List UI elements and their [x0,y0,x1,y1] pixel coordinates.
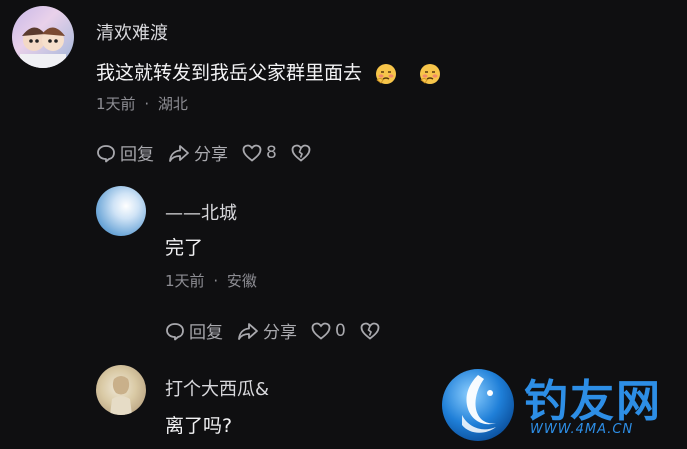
comment-username[interactable]: ——北城 [165,199,237,225]
shy-face-emoji [376,63,397,84]
watermark-url: WWW.4MA.CN [530,422,634,437]
like-button[interactable]: 0 [311,321,346,341]
comment-time: 1天前 [165,272,205,290]
share-label: 分享 [194,145,228,165]
share-icon [238,322,258,340]
reply-icon [97,144,115,162]
reply-icon [166,322,184,340]
share-icon [169,144,189,162]
comment-text: 我这就转发到我岳父家群里面去 [96,58,442,86]
watermark-logo-icon [438,365,518,449]
reply-button[interactable]: 回复 [96,140,154,165]
meta-separator: · [144,95,150,113]
comment-meta: 1天前 · 湖北 [96,93,188,114]
comment-body: 离了吗? [165,415,233,437]
dislike-button[interactable] [360,322,380,340]
reply-label: 回复 [189,323,223,343]
watermark-title: 钓友网 [524,376,662,427]
reply-button[interactable]: 回复 [165,318,223,343]
comment-location: 湖北 [157,95,188,113]
comment-location: 安徽 [226,272,257,290]
heart-icon [242,144,262,162]
meta-separator: · [213,272,219,290]
like-count: 8 [266,142,277,163]
comment-username[interactable]: 打个大西瓜& [165,375,269,401]
like-button[interactable]: 8 [242,143,277,163]
comment-time: 1天前 [96,95,136,113]
reply-label: 回复 [120,145,154,165]
comment-username[interactable]: 清欢难渡 [96,19,168,45]
like-count: 0 [335,320,346,341]
avatar[interactable] [96,186,146,236]
avatar[interactable] [12,6,74,68]
shy-face-emoji [420,63,441,84]
share-button[interactable]: 分享 [168,140,228,165]
heart-icon [311,322,331,340]
share-button[interactable]: 分享 [237,318,297,343]
share-label: 分享 [263,323,297,343]
comment-actions: 回复 分享 8 [96,140,325,165]
avatar[interactable] [96,365,146,415]
comment-meta: 1天前 · 安徽 [165,270,257,291]
comment-actions: 回复 分享 0 [165,318,394,343]
comment-body: 我这就转发到我岳父家群里面去 [96,62,363,84]
broken-heart-icon [360,322,380,340]
dislike-button[interactable] [291,144,311,162]
broken-heart-icon [291,144,311,162]
comment-body: 完了 [165,237,204,259]
